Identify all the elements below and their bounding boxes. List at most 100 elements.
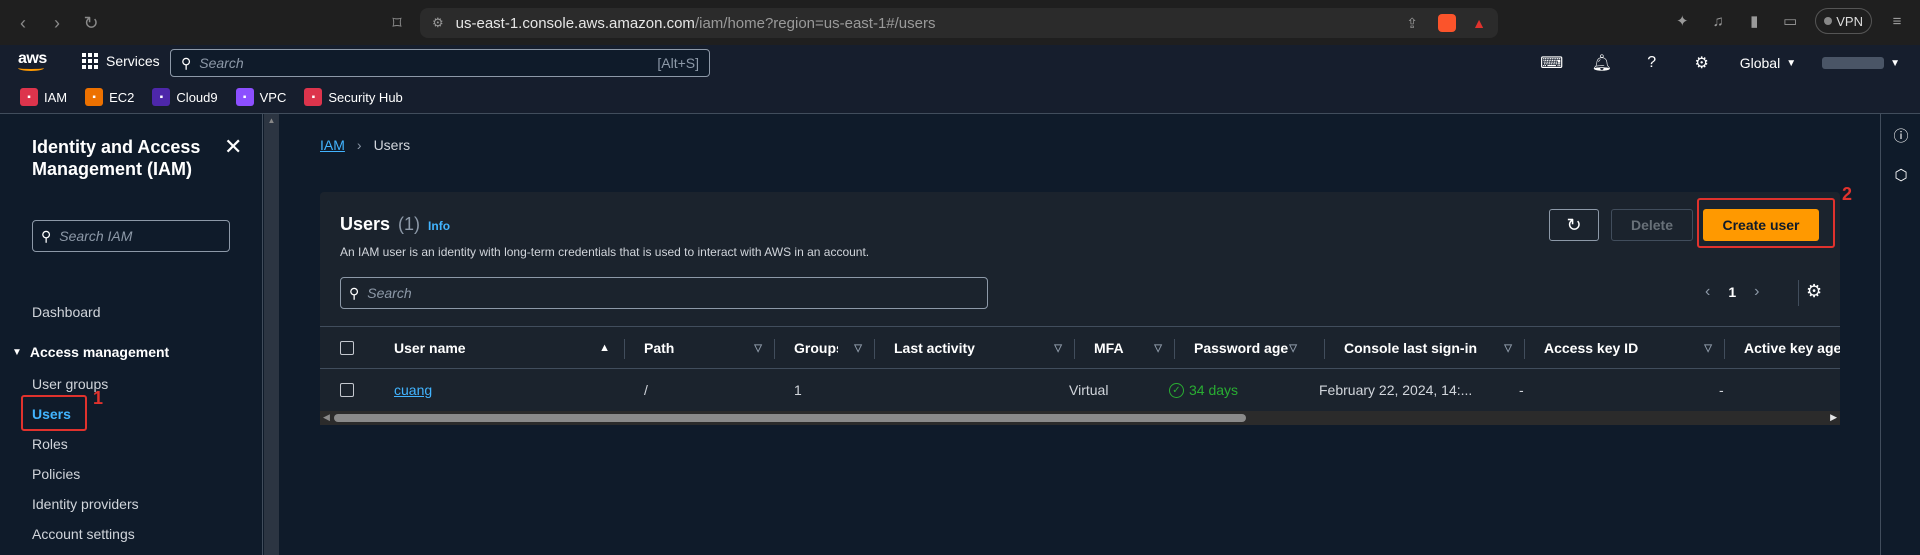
sidebar-item-roles[interactable]: Roles [32, 436, 68, 452]
chevron-right-icon: › [356, 137, 362, 153]
extensions-icon[interactable]: ✦ [1671, 10, 1693, 32]
users-table: User name▲ Path▽ Groups▽ Last activity▽ … [320, 326, 1840, 425]
vpn-button[interactable]: VPN [1815, 8, 1872, 34]
col-label: Path [644, 340, 675, 356]
services-button[interactable]: Services [82, 53, 160, 69]
brave-shield-icon[interactable] [1438, 14, 1456, 32]
settings-icon[interactable]: ⚙ [1690, 51, 1714, 75]
sort-icon: ▽ [1289, 342, 1297, 354]
col-groups[interactable]: Groups ▽ [794, 327, 874, 369]
table-header-row: User name▲ Path▽ Groups▽ Last activity▽ … [320, 327, 1840, 369]
site-settings-icon[interactable]: ⚙ [432, 15, 444, 31]
caret-down-icon: ▼ [12, 346, 22, 358]
sidebar-search-placeholder: Search IAM [59, 228, 133, 244]
chevron-right-icon[interactable]: › [1754, 283, 1759, 301]
chevron-left-icon[interactable]: ‹ [1705, 283, 1710, 301]
col-console-last-sign-in[interactable]: Console last sign-in ▽ [1344, 327, 1524, 369]
menu-icon[interactable]: ≡ [1886, 10, 1908, 32]
col-label: Last activity [894, 340, 975, 356]
refresh-button[interactable]: ↻ [1549, 209, 1599, 241]
sidebar-toggle-icon[interactable]: ▮ [1743, 10, 1765, 32]
favorite-vpc[interactable]: ▪ VPC [235, 88, 287, 106]
music-icon[interactable]: ♫ [1707, 10, 1729, 32]
col-label: Access key ID [1544, 340, 1639, 356]
aws-logo[interactable]: aws [18, 50, 47, 71]
breadcrumb-iam[interactable]: IAM [320, 137, 345, 153]
close-icon[interactable]: ✕ [224, 134, 242, 160]
sidebar-search-input[interactable]: ⚲ Search IAM [32, 220, 230, 252]
region-label: Global [1739, 55, 1781, 71]
row-checkbox[interactable] [340, 369, 360, 411]
col-password-age[interactable]: Password age ▽ [1169, 327, 1309, 369]
refresh-icon: ↻ [1566, 214, 1582, 235]
col-label: MFA [1094, 340, 1124, 356]
users-search-input[interactable]: ⚲ Search [340, 277, 988, 309]
sidebar-item-identity-providers[interactable]: Identity providers [32, 496, 139, 512]
account-menu[interactable]: ▼ [1822, 57, 1900, 69]
region-selector[interactable]: Global ▼ [1740, 55, 1796, 71]
share-icon[interactable]: ⇪ [1406, 15, 1418, 32]
sidebar-scrollbar[interactable]: ▲ [264, 114, 279, 555]
favorite-ec2[interactable]: ▪ EC2 [85, 88, 134, 106]
favorite-cloud9[interactable]: ▪ Cloud9 [152, 88, 218, 106]
info-link[interactable]: Info [428, 219, 450, 233]
reload-icon[interactable]: ↻ [76, 8, 106, 38]
delete-button[interactable]: Delete [1611, 209, 1693, 241]
col-access-key-id[interactable]: Access key ID ▽ [1544, 327, 1724, 369]
col-mfa[interactable]: MFA ▽ [1094, 327, 1174, 369]
info-panel-icon[interactable]: ⓘ [1890, 124, 1912, 146]
col-active-key-age[interactable]: Active key age [1744, 327, 1840, 369]
caret-down-icon: ▼ [1890, 57, 1900, 69]
table-horizontal-scrollbar[interactable]: ◀ ▶ [320, 411, 1840, 425]
col-user-name[interactable]: User name ▲ [394, 327, 622, 369]
col-label: Console last sign-in [1344, 340, 1478, 356]
scroll-thumb[interactable] [334, 414, 1246, 422]
page-number[interactable]: 1 [1728, 284, 1736, 300]
favorite-label: Cloud9 [176, 89, 218, 105]
search-icon: ⚲ [349, 284, 360, 301]
annotation-box-users [21, 395, 87, 431]
annotation-number-2: 2 [1842, 184, 1853, 204]
sidebar-item-dashboard[interactable]: Dashboard [32, 304, 101, 320]
user-link[interactable]: cuang [394, 382, 432, 398]
col-label: User name [394, 340, 466, 356]
sort-icon: ▽ [854, 342, 862, 354]
sidebar-item-account-settings[interactable]: Account settings [32, 526, 135, 542]
scroll-left-icon[interactable]: ◀ [323, 412, 330, 423]
col-last-activity[interactable]: Last activity ▽ [894, 327, 1074, 369]
address-bar[interactable]: ⚙ us-east-1.console.aws.amazon.com/iam/h… [420, 8, 1498, 38]
cloudshell-icon[interactable]: ⌨ [1540, 51, 1564, 75]
cell-access-key-id: - [1519, 382, 1524, 398]
right-utility-rail: ⓘ ⬡ [1880, 114, 1920, 555]
cell-active-key-age: - [1719, 382, 1724, 398]
cell-user-name[interactable]: cuang [394, 369, 432, 411]
amazon-q-icon[interactable]: ⬡ [1890, 164, 1912, 186]
sidebar-section-access-management[interactable]: ▼ Access management [12, 344, 169, 360]
favorite-iam[interactable]: ▪ IAM [20, 88, 67, 106]
scroll-right-icon[interactable]: ▶ [1830, 412, 1837, 423]
sidebar-item-policies[interactable]: Policies [32, 466, 80, 482]
back-icon[interactable]: ‹ [8, 8, 38, 38]
notifications-icon[interactable]: 🔔︎ [1590, 51, 1614, 75]
vpc-service-icon: ▪ [235, 88, 254, 106]
search-placeholder: Search [199, 55, 244, 71]
sidebar-title: Identity and Access Management (IAM) [32, 137, 201, 179]
table-preferences-icon[interactable]: ⚙ [1806, 281, 1822, 302]
bookmark-icon[interactable]: ⌑ [382, 8, 412, 38]
cell-console-last-sign-in: February 22, 2024, 14:... [1319, 382, 1473, 398]
aws-top-nav: aws Services ⚲ Search [Alt+S] ⌨ 🔔︎ ? ⚙ G… [0, 45, 1920, 81]
favorite-label: VPC [259, 89, 287, 105]
aws-search-input[interactable]: ⚲ Search [Alt+S] [170, 49, 710, 77]
user-count: (1) [398, 214, 421, 234]
favorite-security-hub[interactable]: ▪ Security Hub [304, 88, 403, 106]
sort-icon: ▽ [1704, 342, 1712, 354]
help-icon[interactable]: ? [1640, 51, 1664, 75]
select-all-checkbox[interactable] [340, 327, 360, 369]
brave-rewards-icon[interactable]: ▲ [1472, 15, 1486, 31]
url-path: /iam/home?region=us-east-1#/users [694, 14, 936, 32]
wallet-icon[interactable]: ▭ [1779, 10, 1801, 32]
col-label: Groups [794, 340, 838, 356]
forward-icon[interactable]: › [42, 8, 72, 38]
col-path[interactable]: Path ▽ [644, 327, 774, 369]
sidebar-section-label: Access management [29, 344, 170, 360]
